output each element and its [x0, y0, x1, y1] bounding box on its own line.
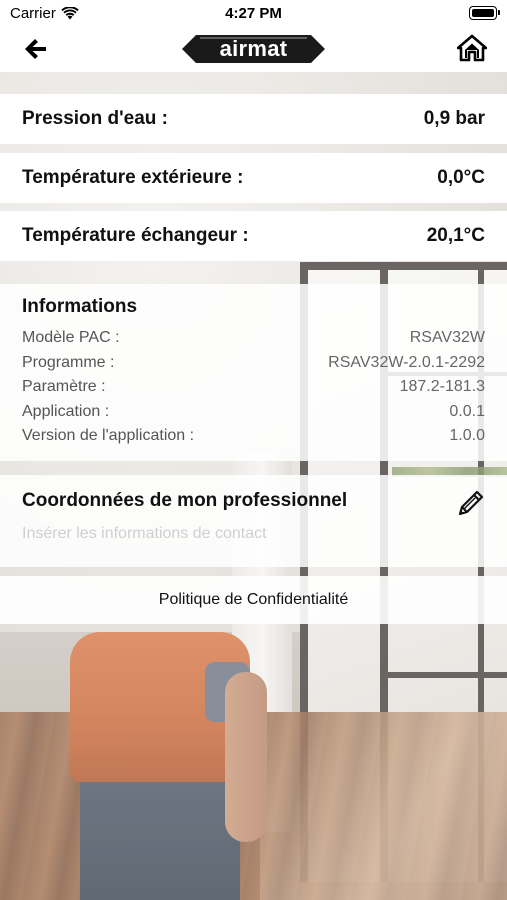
battery-icon	[469, 6, 500, 20]
info-line: Programme : RSAV32W-2.0.1-2292	[22, 351, 485, 376]
pressure-label: Pression d'eau :	[22, 108, 169, 129]
info-key: Version de l'application :	[22, 427, 195, 445]
info-value: 1.0.0	[449, 427, 485, 445]
info-line: Version de l'application : 1.0.0	[22, 424, 485, 449]
outdoor-temperature-label: Température extérieure :	[22, 167, 244, 188]
informations-title: Informations	[22, 296, 138, 317]
home-icon	[456, 34, 488, 62]
status-time: 4:27 PM	[225, 5, 282, 22]
logo-text: airmat	[219, 36, 288, 61]
outdoor-temperature-value: 0,0°C	[437, 167, 485, 188]
info-line: Application : 0.0.1	[22, 400, 485, 425]
info-value: 187.2-181.3	[399, 378, 485, 396]
info-key: Paramètre :	[22, 378, 106, 396]
pencil-icon	[458, 490, 484, 516]
contact-placeholder[interactable]: Insérer les informations de contact	[22, 525, 485, 543]
status-bar: Carrier 4:27 PM	[0, 0, 507, 26]
arrow-left-icon	[25, 39, 46, 59]
professional-contact-card: Coordonnées de mon professionnel Insérer…	[0, 475, 507, 567]
back-button[interactable]	[22, 36, 50, 62]
info-line: Modèle PAC : RSAV32W	[22, 326, 485, 351]
nav-bar: airmat	[0, 26, 507, 72]
informations-card: Informations Modèle PAC : RSAV32W Progra…	[0, 284, 507, 461]
pressure-row: Pression d'eau : 0,9 bar	[0, 94, 507, 144]
exchanger-temperature-value: 20,1°C	[426, 225, 485, 246]
info-line: Paramètre : 187.2-181.3	[22, 375, 485, 400]
contact-title: Coordonnées de mon professionnel	[22, 490, 348, 511]
info-value: RSAV32W	[409, 329, 485, 347]
privacy-policy-link[interactable]: Politique de Confidentialité	[0, 576, 507, 624]
exchanger-temperature-label: Température échangeur :	[22, 225, 249, 246]
edit-contact-button[interactable]	[455, 487, 487, 519]
info-key: Modèle PAC :	[22, 329, 120, 347]
info-key: Programme :	[22, 353, 115, 371]
info-value: 0.0.1	[449, 402, 485, 420]
info-key: Application :	[22, 402, 110, 420]
airmat-logo: airmat	[182, 34, 325, 64]
outdoor-temperature-row: Température extérieure : 0,0°C	[0, 153, 507, 203]
pressure-value: 0,9 bar	[423, 108, 485, 129]
exchanger-temperature-row: Température échangeur : 20,1°C	[0, 211, 507, 261]
home-button[interactable]	[456, 34, 488, 62]
privacy-policy-label: Politique de Confidentialité	[158, 591, 349, 608]
info-value: RSAV32W-2.0.1-2292	[328, 353, 485, 371]
